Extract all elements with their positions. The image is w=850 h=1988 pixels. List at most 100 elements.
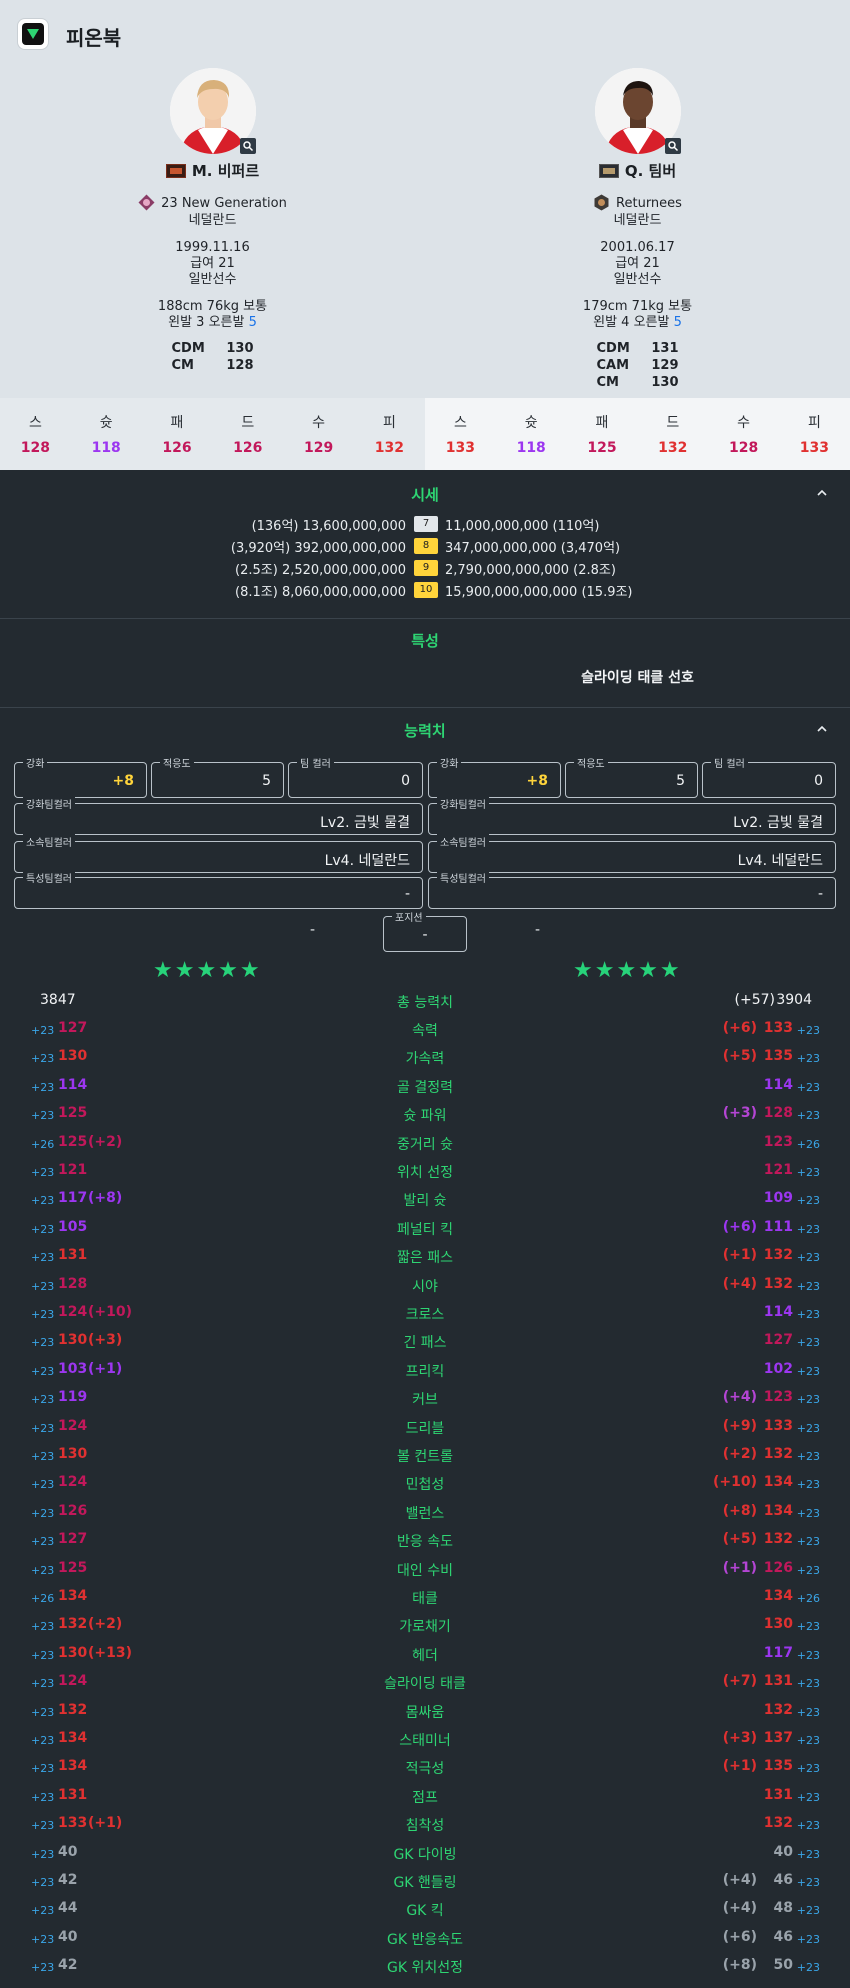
summary-stat-label: 드 xyxy=(666,415,680,431)
ability-row: +23 114 골 결정력 114 +23 xyxy=(0,1072,850,1100)
club-team-color-field[interactable]: 소속팀컬러 Lv4. 네덜란드 xyxy=(14,834,423,873)
enhance-team-color-field[interactable]: 강화팀컬러 Lv2. 금빛 물결 xyxy=(14,796,423,835)
right-diff: (+4) xyxy=(722,1872,757,1888)
field-label: 팀 컬러 xyxy=(711,755,748,770)
summary-stat-label: 수 xyxy=(737,415,751,431)
right-value: 40 xyxy=(773,1843,793,1860)
total-ability-row: 3847 총 능력치 (+57) 3904 xyxy=(0,987,850,1015)
ability-name: 프리킥 xyxy=(405,1363,445,1380)
nation: 네덜란드 xyxy=(188,213,237,228)
right-boost: +26 xyxy=(796,1137,820,1151)
summary-stat: 슛 118 xyxy=(496,398,567,470)
right-diff: (+10) xyxy=(712,1474,757,1491)
ability-row: +23 131 짧은 패스 (+1) 132 +23 xyxy=(0,1242,850,1270)
ability-row: +23 40 GK 다이빙 40 +23 xyxy=(0,1839,850,1867)
abilities-section-title[interactable]: 능력치 xyxy=(0,720,850,741)
ability-name: 발리 슛 xyxy=(403,1193,447,1210)
team-color-field[interactable]: 팀 컬러 0 xyxy=(702,755,836,798)
right-boost: +23 xyxy=(796,1364,820,1378)
price-right: 347,000,000,000 (3,470억) xyxy=(445,541,621,556)
summary-stat: 수 129 xyxy=(283,398,354,470)
right-value: 132 xyxy=(763,1446,793,1462)
field-value: +8 xyxy=(526,773,548,789)
summary-stat-label: 패 xyxy=(595,415,609,431)
position-ovr: 130 xyxy=(226,341,254,356)
summary-stat-label: 수 xyxy=(312,415,326,431)
trait-team-color-field[interactable]: 특성팀컬러 - xyxy=(14,870,423,909)
ability-row: +23 40 GK 반응속도 (+6) 46 +23 xyxy=(0,1924,850,1952)
total-label: 총 능력치 xyxy=(397,995,453,1011)
right-boost: +23 xyxy=(796,1109,820,1123)
ability-row: +23 124 드리블 (+9) 133 +23 xyxy=(0,1413,850,1441)
ability-row: +23 133 (+1) 침착성 132 +23 xyxy=(0,1810,850,1838)
price-section-title[interactable]: 시세 xyxy=(0,484,850,505)
trait-team-color-field[interactable]: 특성팀컬러 - xyxy=(428,870,836,909)
ability-row: +23 125 대인 수비 (+1) 126 +23 xyxy=(0,1555,850,1583)
field-label: 포지션 xyxy=(392,909,426,924)
summary-stat-label: 드 xyxy=(241,415,255,431)
right-boost: +23 xyxy=(796,1705,820,1719)
price-row: (3,920억) 392,000,000,000 8 347,000,000,000… xyxy=(0,536,850,556)
summary-stat: 피 132 xyxy=(354,398,425,470)
foot-text: 왼발 4 오른발 xyxy=(593,315,670,330)
position-name: CDM xyxy=(171,341,205,356)
summary-stat: 드 132 xyxy=(637,398,708,470)
ability-row: +23 132 몸싸움 132 +23 xyxy=(0,1697,850,1725)
player-name-row: Q. 팀버 xyxy=(425,160,850,181)
ability-row: +23 121 위치 선정 121 +23 xyxy=(0,1157,850,1185)
player-name[interactable]: Q. 팀버 xyxy=(625,162,676,180)
ability-row: +23 132 (+2) 가로채기 130 +23 xyxy=(0,1611,850,1639)
right-value: 133 xyxy=(763,1417,793,1434)
field-value: +8 xyxy=(112,773,134,789)
field-value: 5 xyxy=(676,773,685,789)
player-compare-header: 피온북 M. 비퍼르 23 New Generation 네덜란드 1999.1… xyxy=(0,0,850,398)
season-logo-icon xyxy=(594,194,609,211)
zoom-icon[interactable] xyxy=(665,138,681,154)
ability-name: 긴 패스 xyxy=(403,1335,447,1352)
summary-stat-label: 슛 xyxy=(99,415,113,431)
right-value: 132 xyxy=(763,1701,793,1718)
birth-date: 2001.06.17 xyxy=(600,240,675,255)
ability-name: 중거리 슛 xyxy=(397,1136,453,1153)
enhance-field[interactable]: 강화 +8 xyxy=(428,755,561,798)
enhance-field[interactable]: 강화 +8 xyxy=(14,755,147,798)
right-boost: +23 xyxy=(796,1620,820,1634)
nation: 네덜란드 xyxy=(613,213,662,228)
season-row: 23 New Generation xyxy=(0,194,425,212)
right-boost: +23 xyxy=(796,1790,820,1804)
adaptability-field[interactable]: 적응도 5 xyxy=(151,755,284,798)
foot-info: 왼발 4 오른발 5 xyxy=(425,315,850,331)
right-boost: +23 xyxy=(796,1336,820,1350)
ability-name: 위치 선정 xyxy=(397,1165,453,1181)
team-color-field[interactable]: 팀 컬러 0 xyxy=(288,755,423,798)
ability-name: GK 다이빙 xyxy=(393,1846,457,1863)
ability-row: +23 42 GK 위치선정 (+8) 50 +23 xyxy=(0,1952,850,1980)
player-name-row: M. 비퍼르 xyxy=(0,160,425,181)
ability-name: 헤더 xyxy=(412,1647,438,1664)
right-diff: (+7) xyxy=(722,1673,757,1690)
foot-text: 왼발 3 오른발 xyxy=(168,315,245,330)
price-scroll-fade xyxy=(0,504,850,510)
price-left: (3,920억) 392,000,000,000 xyxy=(230,541,406,556)
enhance-team-color-field[interactable]: 강화팀컬러 Lv2. 금빛 물결 xyxy=(428,796,836,835)
chevron-up-icon[interactable] xyxy=(816,723,828,735)
adaptability-field[interactable]: 적응도 5 xyxy=(565,755,698,798)
price-right: 15,900,000,000,000 (15.9조) xyxy=(445,585,633,600)
ability-row: +23 125 슛 파워 (+3) 128 +23 xyxy=(0,1100,850,1128)
right-value: 126 xyxy=(763,1559,793,1576)
ability-row: +26 125 (+2) 중거리 슛 123 +26 xyxy=(0,1129,850,1157)
right-value: 46 xyxy=(773,1928,793,1945)
right-value: 123 xyxy=(763,1133,793,1150)
price-row: (136억) 13,600,000,000 7 11,000,000,000 (11… xyxy=(0,514,850,534)
chevron-up-icon[interactable] xyxy=(816,487,828,499)
price-row: (8.1조) 8,060,000,000,000 10 15,900,000,000… xyxy=(0,580,850,600)
zoom-icon[interactable] xyxy=(240,138,256,154)
club-team-color-field[interactable]: 소속팀컬러 Lv4. 네덜란드 xyxy=(428,834,836,873)
player-name[interactable]: M. 비퍼르 xyxy=(192,162,259,180)
position-select[interactable]: 포지션 - xyxy=(383,909,467,952)
field-value: 0 xyxy=(401,773,410,789)
right-value: 135 xyxy=(763,1048,793,1065)
right-value: 132 xyxy=(763,1815,793,1832)
field-label: 소속팀컬러 xyxy=(437,834,489,849)
right-value: 46 xyxy=(773,1872,793,1888)
